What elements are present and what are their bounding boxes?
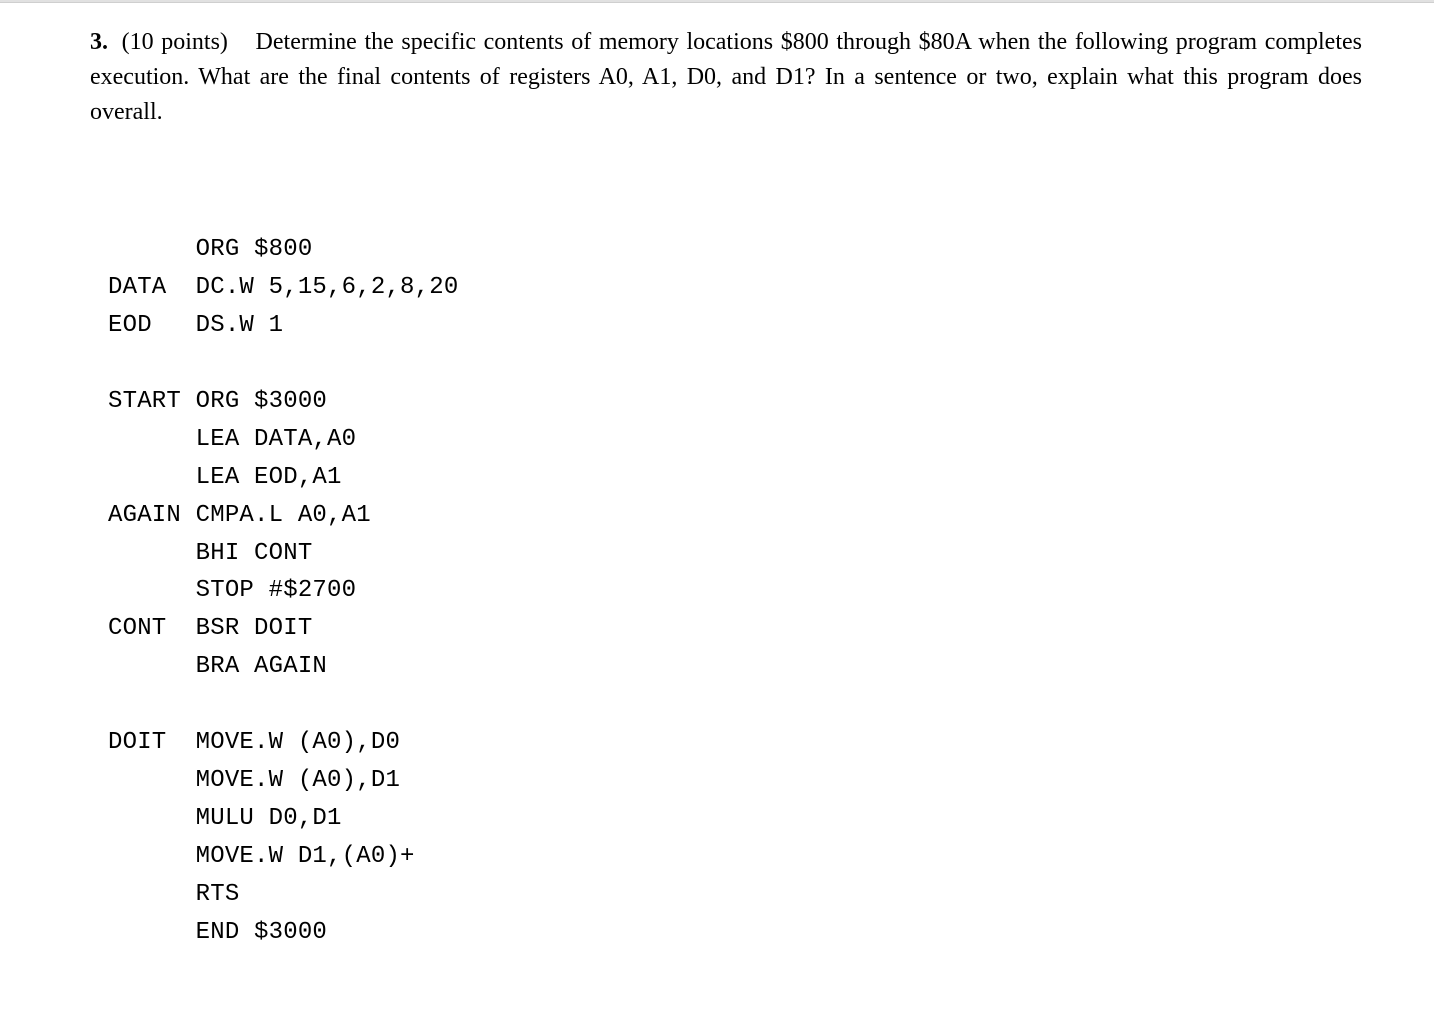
assembly-code: ORG $800 DATA DC.W 5,15,6,2,8,20 EOD DS.…	[108, 193, 1362, 989]
code-line: CONT BSR DOIT	[108, 615, 312, 642]
code-line: MOVE.W D1,(A0)+	[108, 843, 415, 870]
question-prompt: Determine the specific contents of memor…	[90, 29, 1362, 125]
code-line: END $3000	[108, 919, 327, 946]
code-line: BRA AGAIN	[108, 653, 327, 680]
code-line: START ORG $3000	[108, 388, 327, 415]
question-block: 3. (10 points) Determine the specific co…	[90, 25, 1362, 129]
code-line: DOIT MOVE.W (A0),D0	[108, 729, 400, 756]
code-line: RTS	[108, 881, 239, 908]
code-line: EOD DS.W 1	[108, 312, 283, 339]
code-line: BHI CONT	[108, 540, 312, 567]
code-line: MOVE.W (A0),D1	[108, 767, 400, 794]
code-line: ORG $800	[108, 236, 312, 263]
code-line: LEA EOD,A1	[108, 464, 342, 491]
question-points: (10 points)	[122, 29, 228, 55]
page-content: 3. (10 points) Determine the specific co…	[0, 3, 1434, 989]
code-line: AGAIN CMPA.L A0,A1	[108, 502, 371, 529]
code-line: STOP #$2700	[108, 577, 356, 604]
question-number: 3.	[90, 29, 108, 55]
code-line: MULU D0,D1	[108, 805, 342, 832]
code-line: LEA DATA,A0	[108, 426, 356, 453]
code-line: DATA DC.W 5,15,6,2,8,20	[108, 274, 458, 301]
